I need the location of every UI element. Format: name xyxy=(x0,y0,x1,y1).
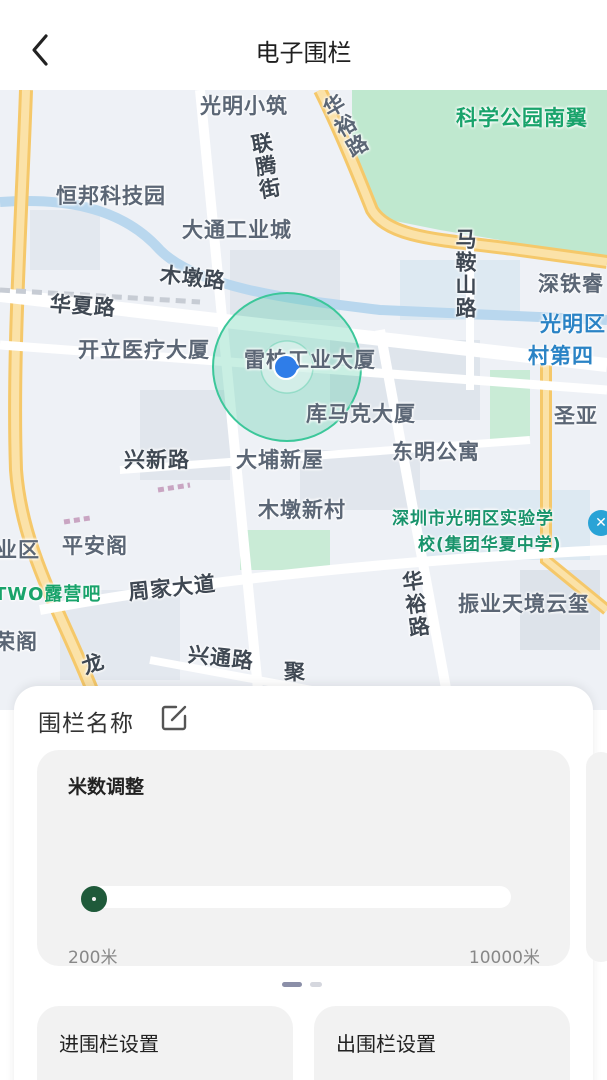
app-header: 电子围栏 xyxy=(0,0,607,90)
edit-icon[interactable] xyxy=(158,702,190,734)
pager-dot xyxy=(310,982,322,987)
range-max-label: 10000米 xyxy=(468,948,540,968)
map-label: 库马克大厦 xyxy=(306,402,416,426)
map-label: 荣阁 xyxy=(0,630,38,654)
distance-adjust-title: 米数调整 xyxy=(68,776,145,798)
map-label: 大埔新屋 xyxy=(236,448,324,472)
map-label: 华夏路 xyxy=(49,291,117,321)
exit-fence-label: 出围栏设置 xyxy=(336,1032,436,1056)
distance-adjust-card: 米数调整 200米 10000米 xyxy=(37,750,570,968)
map-view[interactable]: 光明小筑 华裕路 科学公园南翼 恒邦科技园 联腾街 大通工业城 马鞍山路 深铁睿… xyxy=(0,90,607,710)
next-card-peek[interactable] xyxy=(586,752,607,962)
map-label: 聚 xyxy=(284,660,306,684)
map-label: 平安阁 xyxy=(62,534,128,558)
exit-fence-settings-button[interactable]: 出围栏设置 xyxy=(314,1006,570,1080)
map-label: 振业天境云玺 xyxy=(458,592,590,616)
card-pager xyxy=(282,982,326,988)
map-label: 光明小筑 xyxy=(200,94,288,118)
map-label: 科学公园南翼 xyxy=(456,106,588,130)
map-label: 校(集团华夏中学) xyxy=(418,535,562,555)
map-label: 大通工业城 xyxy=(182,218,292,242)
page-title: 电子围栏 xyxy=(255,39,352,67)
map-label: 深圳市光明区实验学 xyxy=(392,509,554,529)
distance-slider-track[interactable] xyxy=(83,886,511,908)
map-label: 兴新路 xyxy=(124,448,190,472)
distance-slider-thumb[interactable] xyxy=(81,886,107,912)
map-label: 东明公寓 xyxy=(392,440,480,464)
map-label: 木墩新村 xyxy=(258,498,346,522)
enter-fence-settings-button[interactable]: 进围栏设置 xyxy=(37,1006,293,1080)
map-label: 马鞍山路 xyxy=(453,228,477,320)
map-label: 光明区 xyxy=(540,312,606,336)
pager-dot-active xyxy=(282,982,302,987)
map-label: 村第四 xyxy=(528,344,594,368)
school-poi-icon[interactable]: ✕ xyxy=(588,510,607,536)
fence-settings-panel: 围栏名称 米数调整 200米 10000米 进围栏设置 出围栏设置 xyxy=(14,686,593,1080)
map-label: 深铁睿 xyxy=(538,272,604,296)
map-label: 开立医疗大厦 xyxy=(78,338,210,362)
range-min-label: 200米 xyxy=(68,948,118,968)
map-label: 恒邦科技园 xyxy=(56,184,166,208)
enter-fence-label: 进围栏设置 xyxy=(59,1032,159,1056)
location-arrow-icon xyxy=(273,354,300,380)
fence-name-label: 围栏名称 xyxy=(38,711,134,737)
map-label: 圣亚 xyxy=(554,404,598,428)
map-label: TWO露营吧 xyxy=(0,584,102,605)
map-label: 业区 xyxy=(0,538,40,562)
